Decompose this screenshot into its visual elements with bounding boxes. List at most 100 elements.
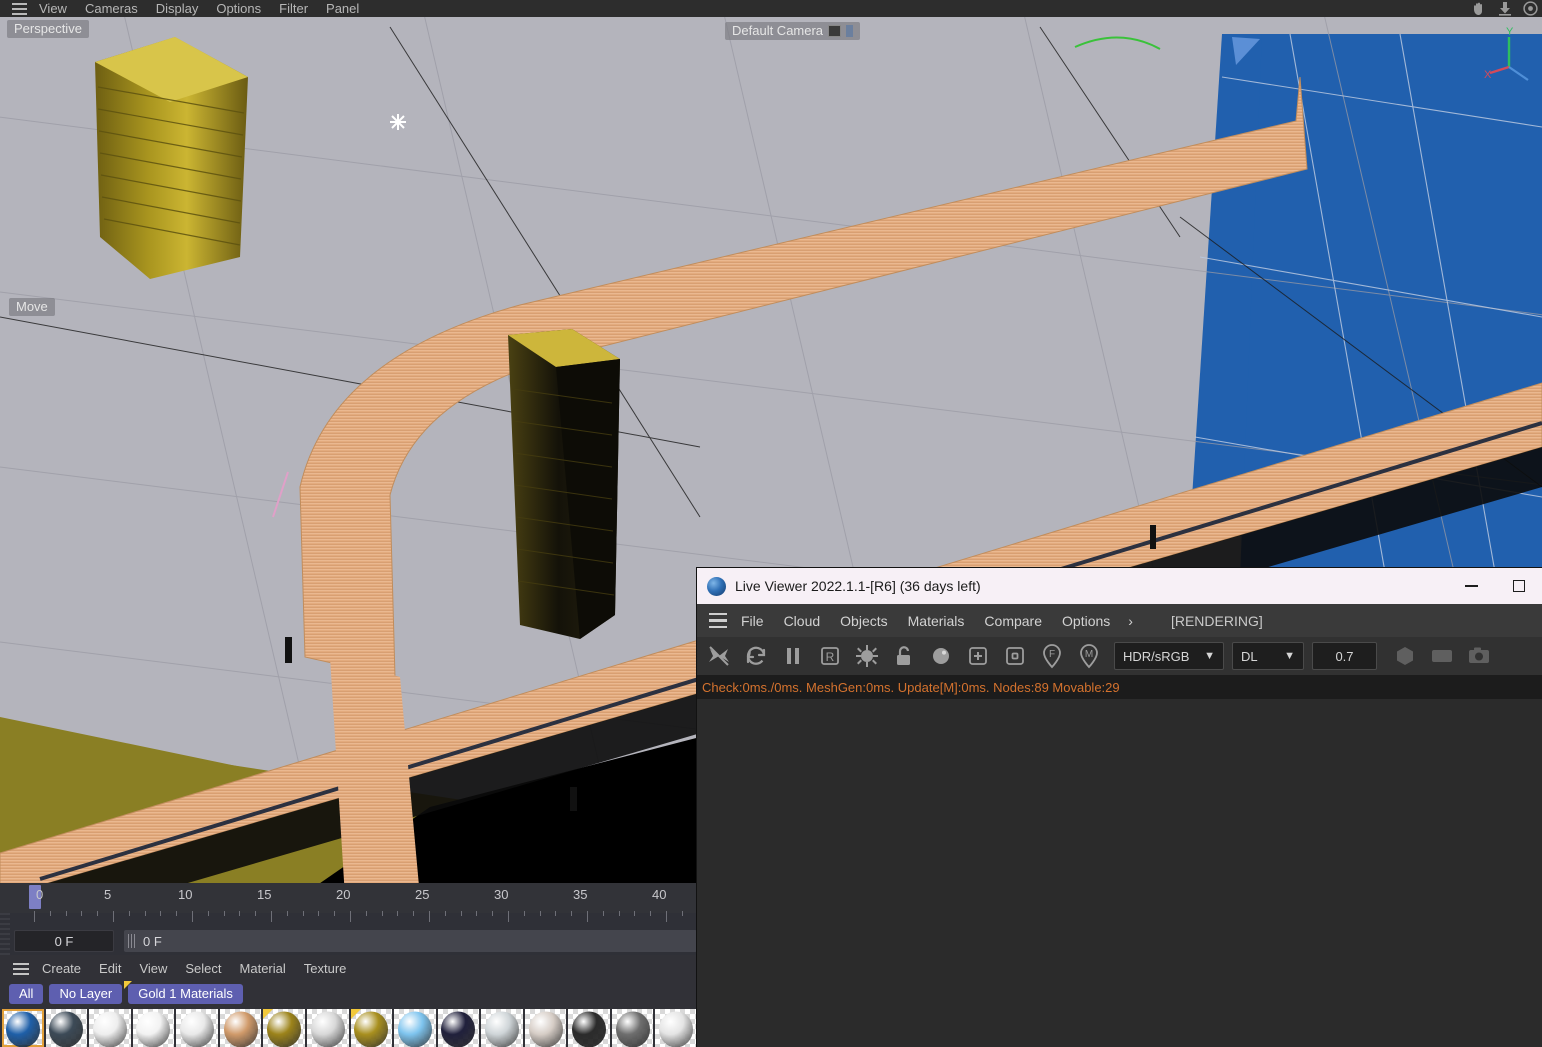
- material-preview-sphere: [397, 1011, 432, 1047]
- add-object-icon[interactable]: [960, 639, 995, 673]
- unlock-icon[interactable]: [886, 639, 921, 673]
- focus-pin-icon[interactable]: F: [1034, 639, 1069, 673]
- timeline-tick-mark: [192, 911, 193, 922]
- timeline-tick-mark: [97, 911, 99, 916]
- camera-label-text: Default Camera: [732, 23, 824, 38]
- camera-icon[interactable]: [1461, 639, 1496, 673]
- timeline-tick-30: 30: [494, 887, 509, 902]
- rectangle-icon[interactable]: [1424, 639, 1459, 673]
- material-swatch-list[interactable]: [0, 1009, 697, 1047]
- lv-menu-options[interactable]: Options: [1052, 613, 1120, 629]
- maximize-button[interactable]: [1495, 568, 1542, 604]
- timeline-tick-mark: [255, 911, 257, 916]
- hand-icon[interactable]: [1471, 2, 1487, 16]
- layer-chip-gold-1-materials[interactable]: Gold 1 Materials: [124, 981, 243, 1004]
- timeline-tick-mark: [81, 911, 83, 916]
- timeline-tick-0: 0: [36, 887, 44, 902]
- timeline-tick-mark: [523, 911, 525, 916]
- material-manager[interactable]: Create Edit View Select Material Texture…: [0, 955, 697, 1047]
- restart-render-icon[interactable]: [701, 639, 736, 673]
- material-swatch-black-gloss[interactable]: [568, 1009, 610, 1047]
- material-menu-edit[interactable]: Edit: [90, 961, 130, 976]
- lv-menu-compare[interactable]: Compare: [974, 613, 1052, 629]
- kernel-value: DL: [1241, 648, 1258, 664]
- camera-lock-icon[interactable]: [846, 24, 854, 37]
- timeline-panel[interactable]: 0 5 10 15 20 25 30 35 40 0 F 0 F: [0, 883, 731, 955]
- layer-flag-icon: [124, 981, 133, 989]
- material-pin-icon[interactable]: M: [1071, 639, 1106, 673]
- main-hamburger-icon[interactable]: [8, 0, 30, 17]
- material-swatch-dark-navy[interactable]: [437, 1009, 480, 1047]
- lv-menu-materials[interactable]: Materials: [898, 613, 975, 629]
- menu-cameras[interactable]: Cameras: [76, 0, 147, 17]
- chevron-right-icon[interactable]: ›: [1120, 613, 1141, 629]
- lv-menu-objects[interactable]: Objects: [830, 613, 897, 629]
- current-frame-field[interactable]: 0 F: [14, 930, 114, 952]
- material-swatch-white-3[interactable]: [176, 1009, 218, 1047]
- material-menu-material[interactable]: Material: [231, 961, 295, 976]
- live-viewer-window[interactable]: Live Viewer 2022.1.1-[R6] (36 days left)…: [697, 568, 1542, 1047]
- material-swatch-grey-gloss[interactable]: [611, 1009, 654, 1047]
- color-space-select[interactable]: HDR/sRGB ▼: [1114, 642, 1224, 670]
- timeline-tick-mark: [239, 911, 241, 916]
- timeline-tick-mark: [634, 911, 636, 916]
- material-menu-create[interactable]: Create: [33, 961, 90, 976]
- kernel-select[interactable]: DL ▼: [1232, 642, 1304, 670]
- material-swatch-sand[interactable]: [219, 1009, 262, 1047]
- material-swatch-white-1[interactable]: [89, 1009, 131, 1047]
- menu-panel[interactable]: Panel: [317, 0, 368, 17]
- material-swatch-marble[interactable]: [524, 1009, 567, 1047]
- sphere-preview-icon[interactable]: [923, 639, 958, 673]
- chevron-down-icon: ▼: [1284, 650, 1295, 662]
- viewport-camera-label[interactable]: Default Camera: [725, 22, 861, 40]
- object-props-icon[interactable]: [997, 639, 1032, 673]
- timeline-controls: 0 F 0 F: [0, 927, 697, 955]
- live-viewer-toolbar: R F M HDR/sRGB ▼ DL ▼ 0.7: [697, 637, 1542, 675]
- material-swatch-white-2[interactable]: [132, 1009, 175, 1047]
- material-swatch-gold-1[interactable]: [263, 1009, 305, 1047]
- refresh-icon[interactable]: [738, 639, 773, 673]
- minimize-button[interactable]: [1448, 568, 1495, 604]
- menu-display[interactable]: Display: [147, 0, 208, 17]
- material-swatch-chrome[interactable]: [306, 1009, 349, 1047]
- lv-menu-file[interactable]: File: [731, 613, 774, 629]
- timeline-tick-mark: [444, 911, 446, 916]
- timeline-tick-mark: [65, 911, 67, 916]
- viewport-perspective-label[interactable]: Perspective: [7, 20, 89, 38]
- menu-view[interactable]: View: [30, 0, 76, 17]
- material-swatch-glass[interactable]: [481, 1009, 523, 1047]
- menu-filter[interactable]: Filter: [270, 0, 317, 17]
- pause-icon[interactable]: [775, 639, 810, 673]
- timeline-tick-40: 40: [652, 887, 667, 902]
- range-grip-icon[interactable]: [128, 934, 137, 948]
- record-icon[interactable]: [1523, 1, 1538, 16]
- material-swatch-blue-plastic[interactable]: [2, 1009, 44, 1047]
- frame-range-bar[interactable]: 0 F: [124, 930, 697, 952]
- hexagon-icon[interactable]: [1387, 639, 1422, 673]
- material-hamburger-icon[interactable]: [9, 960, 33, 978]
- material-swatch-gold-2[interactable]: [350, 1009, 393, 1047]
- region-render-icon[interactable]: R: [812, 639, 847, 673]
- material-menu-texture[interactable]: Texture: [295, 961, 356, 976]
- material-menu-select[interactable]: Select: [176, 961, 230, 976]
- material-swatch-white-4[interactable]: [655, 1009, 697, 1047]
- menu-options[interactable]: Options: [207, 0, 270, 17]
- exposure-field[interactable]: 0.7: [1312, 642, 1377, 670]
- live-viewer-titlebar[interactable]: Live Viewer 2022.1.1-[R6] (36 days left): [697, 568, 1542, 604]
- lv-menu-cloud[interactable]: Cloud: [774, 613, 831, 629]
- timeline-ruler[interactable]: 0 5 10 15 20 25 30 35 40: [0, 883, 697, 913]
- timeline-tick-mark: [476, 911, 478, 916]
- material-menu-view[interactable]: View: [130, 961, 176, 976]
- camera-toggle-icon[interactable]: [828, 24, 842, 37]
- axis-gizmo[interactable]: Y X: [1482, 25, 1536, 91]
- settings-gear-icon[interactable]: [849, 639, 884, 673]
- layer-chip-all[interactable]: All: [9, 984, 44, 1004]
- layer-chip-no-layer[interactable]: No Layer: [49, 984, 123, 1004]
- material-swatch-dark-slate[interactable]: [45, 1009, 88, 1047]
- timeline-tick-mark: [555, 911, 557, 916]
- download-icon[interactable]: [1497, 1, 1513, 16]
- live-viewer-hamburger-icon[interactable]: [705, 611, 731, 631]
- viewport-move-label[interactable]: Move: [9, 298, 55, 316]
- material-swatch-light-blue[interactable]: [394, 1009, 436, 1047]
- material-flag-icon: [350, 1009, 361, 1019]
